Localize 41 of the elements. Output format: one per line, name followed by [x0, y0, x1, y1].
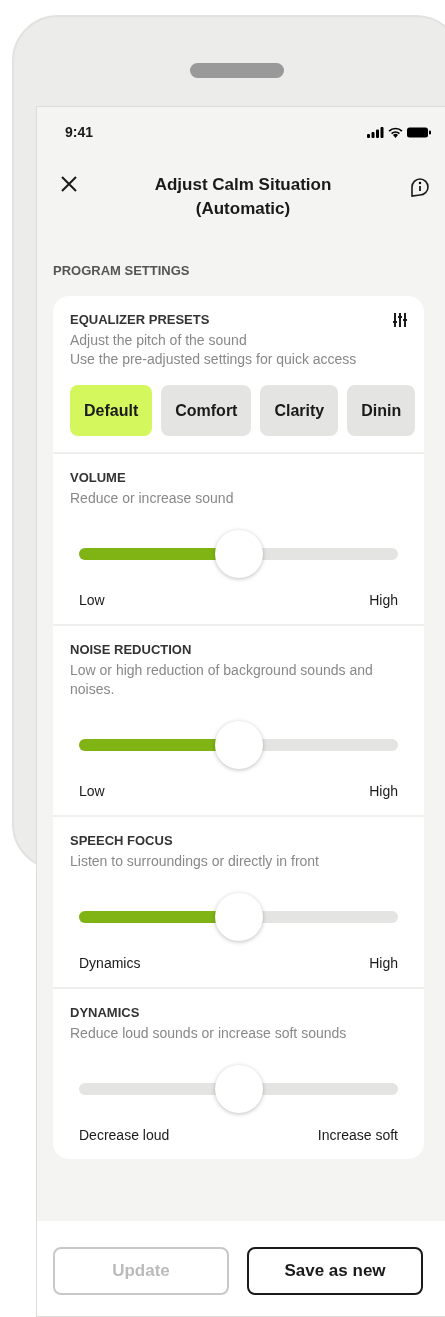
- slider-thumb[interactable]: [214, 721, 263, 769]
- slider-max-label: High: [369, 783, 398, 799]
- preset-chip[interactable]: Clarity: [260, 385, 339, 436]
- setting-heading: DYNAMICS: [70, 1005, 141, 1020]
- setting-description: Low or high reduction of background sounds and noises.: [70, 661, 374, 699]
- close-icon[interactable]: [61, 176, 77, 192]
- slider-max-label: High: [369, 955, 398, 971]
- preset-chip[interactable]: Comfort: [161, 385, 252, 436]
- signal-icon: [367, 126, 384, 138]
- slider-min-label: Dynamics: [79, 955, 141, 971]
- setting-slider[interactable]: [79, 1065, 398, 1113]
- slider-min-label: Low: [79, 592, 105, 608]
- setting-description: Reduce loud sounds or increase soft sounds: [70, 1024, 348, 1043]
- battery-icon: [407, 126, 431, 138]
- preset-chip[interactable]: Dinin: [347, 385, 416, 436]
- setting-heading: NOISE REDUCTION: [70, 642, 193, 657]
- slider-min-label: Decrease loud: [79, 1127, 170, 1143]
- setting-slider[interactable]: [79, 530, 398, 578]
- equalizer-description: Use the pre-adjusted settings for quick access: [70, 350, 358, 369]
- section-heading: PROGRAM SETTINGS: [52, 262, 191, 278]
- setting-description: Reduce or increase sound: [70, 489, 235, 508]
- slider-thumb[interactable]: [214, 1065, 263, 1113]
- slider-max-label: Increase soft: [317, 1127, 398, 1143]
- slider-thumb[interactable]: [214, 530, 263, 578]
- setting-slider[interactable]: [79, 721, 398, 769]
- preset-chip[interactable]: Default: [70, 385, 153, 436]
- status-time: 9:41: [65, 124, 94, 140]
- screen-title: Adjust Calm Situation (Automatic): [153, 174, 333, 220]
- sliders-icon[interactable]: [393, 312, 407, 327]
- wifi-icon: [388, 126, 403, 138]
- equalizer-heading: EQUALIZER PRESETS: [70, 312, 210, 327]
- equalizer-description: Adjust the pitch of the sound: [70, 331, 248, 350]
- slider-thumb[interactable]: [214, 893, 263, 941]
- action-button[interactable]: Save as new: [247, 1247, 423, 1295]
- setting-heading: VOLUME: [70, 470, 127, 485]
- setting-description: Listen to surroundings or directly in front: [70, 852, 320, 871]
- slider-max-label: High: [369, 592, 398, 608]
- setting-slider[interactable]: [79, 893, 398, 941]
- slider-min-label: Low: [79, 783, 105, 799]
- setting-heading: SPEECH FOCUS: [70, 833, 174, 848]
- info-icon[interactable]: [409, 176, 431, 198]
